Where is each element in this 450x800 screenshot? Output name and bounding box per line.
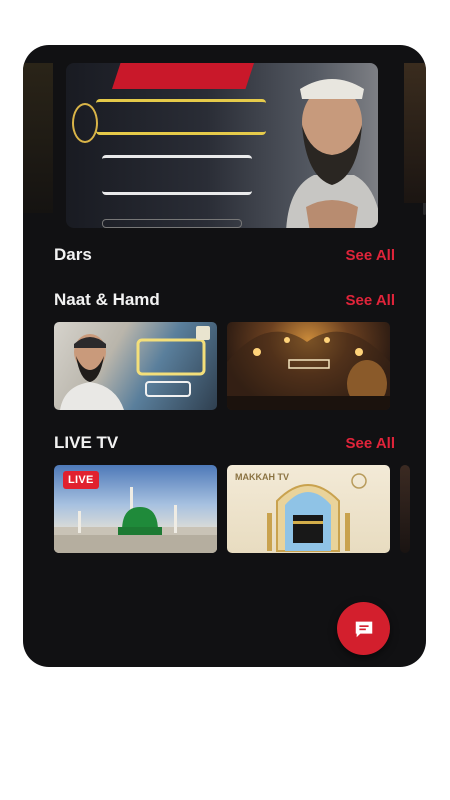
naat-card-1[interactable] xyxy=(54,322,217,410)
dars-header: Dars See All xyxy=(54,245,395,265)
see-all-naat-hamd-button[interactable]: See All xyxy=(346,292,395,309)
app-screen: Dars See All Naat & Hamd See All LIVE TV… xyxy=(23,45,426,667)
hero-banner[interactable] xyxy=(66,63,378,228)
live-channel-card-1[interactable]: LIVE xyxy=(54,465,217,553)
calligraphy-emblem xyxy=(72,103,98,143)
hero-top-ribbon xyxy=(112,63,254,89)
chat-bubble-icon xyxy=(355,621,372,637)
naat-card-1-thumbnail xyxy=(60,326,210,410)
naat-card-2[interactable] xyxy=(227,322,390,410)
live-channel-card-2[interactable]: MAKKAH TV xyxy=(227,465,390,553)
live-tv-list: LIVE MAKKAH TV xyxy=(54,465,426,553)
hero-progress-track xyxy=(102,219,242,228)
see-all-dars-button[interactable]: See All xyxy=(346,247,395,264)
see-all-live-tv-button[interactable]: See All xyxy=(346,435,395,452)
live-tv-header: LIVE TV See All xyxy=(54,433,395,453)
section-title-live-tv: LIVE TV xyxy=(54,433,119,452)
carousel-prev-peek[interactable] xyxy=(23,63,53,213)
makkah-tv-label: MAKKAH TV xyxy=(235,472,289,482)
naat-card-2-thumbnail xyxy=(227,331,390,410)
section-title-naat-hamd: Naat & Hamd xyxy=(54,290,160,309)
section-title-dars: Dars xyxy=(54,245,92,264)
live-channel-card-peek[interactable] xyxy=(400,465,410,553)
naat-hamd-header: Naat & Hamd See All xyxy=(54,290,395,310)
chat-fab-button[interactable] xyxy=(337,602,390,655)
carousel-next-peek[interactable] xyxy=(404,63,426,203)
hero-calligraphy-line-2 xyxy=(102,155,252,195)
naat-hamd-list xyxy=(54,322,426,410)
live-badge: LIVE xyxy=(63,471,99,489)
hero-calligraphy-line-1 xyxy=(96,99,266,135)
speaker-portrait xyxy=(286,79,378,228)
